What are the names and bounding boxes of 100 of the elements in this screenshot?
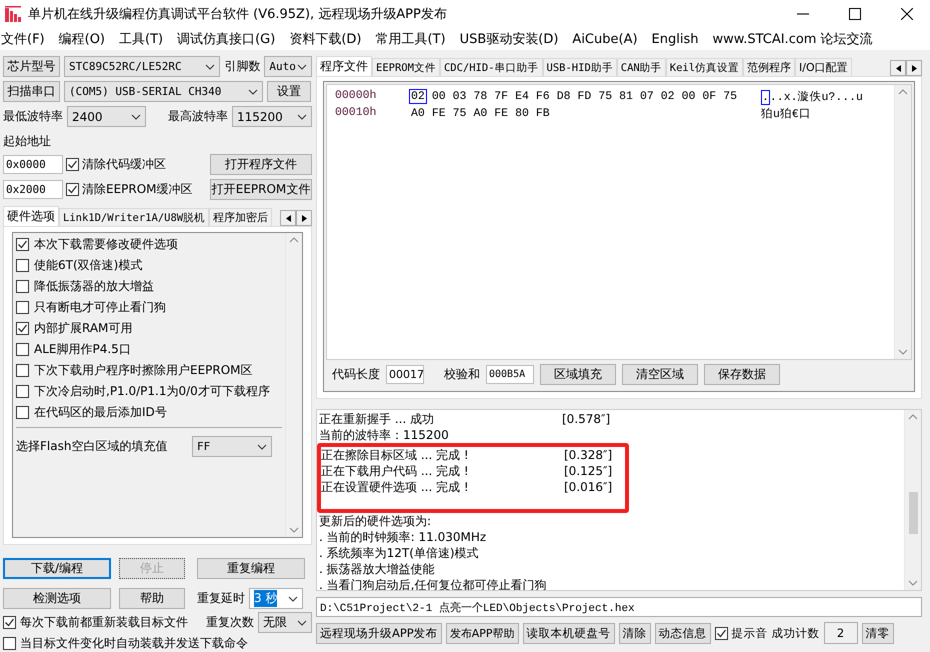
menu-item[interactable]: USB驱动安装(D)	[460, 30, 558, 48]
checkbox-label: 清除EEPROM缓冲区	[82, 181, 194, 198]
repeat-delay-label: 重复延时	[197, 590, 245, 607]
checkbox[interactable]	[3, 637, 16, 650]
port-dropdown[interactable]: (COM5) USB-SERIAL CH340	[64, 81, 263, 102]
chevron-icon	[131, 112, 141, 120]
checkbox[interactable]	[16, 364, 29, 377]
repeat-program-button[interactable]: 重复编程	[197, 558, 305, 579]
open-program-file-button[interactable]: 打开程序文件	[210, 154, 312, 175]
tab[interactable]: CAN助手	[616, 58, 666, 76]
checkbox[interactable]	[66, 183, 79, 196]
code-address-field[interactable]: 0x0000	[3, 155, 63, 174]
file-path-field[interactable]: D:\C51Project\2-1 点亮一个LED\Objects\Project.hex	[316, 597, 922, 617]
menu-item[interactable]: AiCube(A)	[572, 32, 638, 46]
download-button[interactable]: 下载/编程	[3, 558, 111, 579]
bottom-button[interactable]: 读取本机硬盘号	[522, 622, 615, 644]
tab[interactable]: CDC/HID-串口助手	[440, 58, 543, 76]
scroll-thumb[interactable]	[908, 492, 918, 534]
repeat-count-dropdown[interactable]: 无限	[258, 612, 312, 633]
checkbox[interactable]	[16, 259, 29, 272]
log-line: 当前的波特率：115200	[319, 426, 450, 444]
fill-value-dropdown[interactable]: FF	[192, 436, 272, 457]
tab[interactable]: USB-HID助手	[542, 58, 617, 76]
scroll-up-icon[interactable]	[908, 413, 918, 420]
scrollbar[interactable]	[894, 85, 911, 359]
checkbox[interactable]	[16, 406, 29, 419]
scroll-right-button[interactable]	[906, 60, 922, 76]
tab[interactable]: I/O口配置	[795, 58, 852, 76]
window-title: 单片机在线升级编程仿真调试平台软件 (V6.95Z), 远程现场升级APP发布	[28, 6, 448, 23]
scroll-down-icon[interactable]	[289, 527, 299, 534]
tab[interactable]: 程序加密后	[209, 208, 272, 226]
menu-item[interactable]: English	[652, 32, 698, 46]
scroll-right-button[interactable]	[296, 210, 312, 226]
checkbox[interactable]	[16, 385, 29, 398]
checksum-field[interactable]: 000B5A	[486, 365, 534, 384]
pins-label: 引脚数	[224, 58, 260, 75]
scroll-up-icon[interactable]	[289, 236, 299, 243]
tab[interactable]: 程序文件	[316, 56, 372, 76]
scroll-down-icon[interactable]	[898, 349, 908, 356]
scrollbar[interactable]	[904, 410, 921, 590]
scroll-down-icon[interactable]	[908, 580, 918, 587]
checkbox[interactable]	[3, 616, 16, 629]
hex-byte: 02	[409, 89, 427, 104]
bottom-button[interactable]: 动态信息	[654, 622, 711, 644]
hex-action-button[interactable]: 保存数据	[704, 364, 780, 385]
eeprom-address-field[interactable]: 0x2000	[3, 180, 63, 199]
tab[interactable]: EEPROM文件	[372, 58, 440, 76]
menu-item[interactable]: 资料下载(D)	[289, 30, 362, 48]
checkbox[interactable]	[16, 322, 29, 335]
scan-port-button[interactable]: 扫描串口	[3, 81, 60, 102]
menu-item[interactable]: 工具(T)	[119, 30, 164, 48]
scroll-up-icon[interactable]	[898, 88, 908, 95]
chip-model-button[interactable]: 芯片型号	[3, 56, 60, 77]
pins-dropdown[interactable]: Auto	[264, 56, 312, 77]
checkbox[interactable]	[16, 238, 29, 251]
tab[interactable]: 范例程序	[743, 58, 796, 76]
checksum-label: 校验和	[444, 366, 480, 383]
hex-action-button[interactable]: 区域填充	[540, 364, 616, 385]
bottom-button[interactable]: 远程现场升级APP发布	[316, 622, 442, 644]
chevron-icon	[297, 112, 307, 120]
menu-item[interactable]: 编程(O)	[58, 30, 106, 48]
start-address-label: 起始地址	[3, 133, 51, 150]
menu-item[interactable]: 常用工具(T)	[375, 30, 446, 48]
repeat-delay-dropdown[interactable]: 3 秒	[249, 588, 303, 609]
tab[interactable]: Keil仿真设置	[666, 58, 744, 76]
tab[interactable]: Link1D/Writer1A/U8W脱机	[59, 208, 210, 226]
checkbox[interactable]	[16, 280, 29, 293]
help-button[interactable]: 帮助	[119, 588, 185, 609]
checkbox-label: 提示音	[732, 626, 768, 640]
checkbox[interactable]	[714, 626, 728, 640]
checkbox[interactable]	[16, 301, 29, 314]
checkbox[interactable]	[16, 343, 29, 356]
checkbox-label: 清除代码缓冲区	[82, 156, 167, 173]
bottom-button[interactable]: 发布APP帮助	[446, 622, 519, 644]
menu-item[interactable]: 文件(F)	[1, 30, 45, 48]
hex-action-button[interactable]: 清空区域	[622, 364, 698, 385]
scroll-left-button[interactable]	[280, 210, 296, 226]
checkbox[interactable]	[66, 158, 79, 171]
code-length-field[interactable]: 00017	[386, 365, 424, 384]
menu-item[interactable]: www.STCAI.com 论坛交流	[712, 30, 873, 48]
chevron-icon	[297, 62, 307, 70]
tab[interactable]: 硬件选项	[3, 206, 59, 226]
bottom-button[interactable]: 清除	[618, 622, 651, 644]
chip-model-dropdown[interactable]: STC89C52RC/LE52RC	[64, 56, 220, 77]
checkbox-label: 降低振荡器的放大增益	[34, 278, 154, 295]
menu-item[interactable]: 调试仿真接口(G)	[177, 30, 276, 48]
detect-options-button[interactable]: 检测选项	[3, 588, 111, 609]
maximize-icon[interactable]	[849, 8, 861, 20]
max-baud-dropdown[interactable]: 115200	[232, 106, 312, 127]
log-time: [0.328″]	[564, 448, 612, 462]
reset-count-button[interactable]: 清零	[862, 622, 894, 644]
scroll-left-button[interactable]	[890, 60, 906, 76]
settings-button[interactable]: 设置	[267, 81, 311, 102]
checkbox-label: 下次下载用户程序时擦除用户EEPROM区	[34, 362, 253, 379]
open-eeprom-file-button[interactable]: 打开EEPROM文件	[210, 179, 312, 200]
checkbox-label: 只有断电才可停止看门狗	[34, 299, 166, 316]
min-baud-dropdown[interactable]: 2400	[67, 106, 146, 127]
fill-value-label: 选择Flash空白区域的填充值	[16, 438, 168, 455]
close-icon[interactable]	[901, 8, 913, 20]
hex-byte: A0	[472, 106, 488, 121]
